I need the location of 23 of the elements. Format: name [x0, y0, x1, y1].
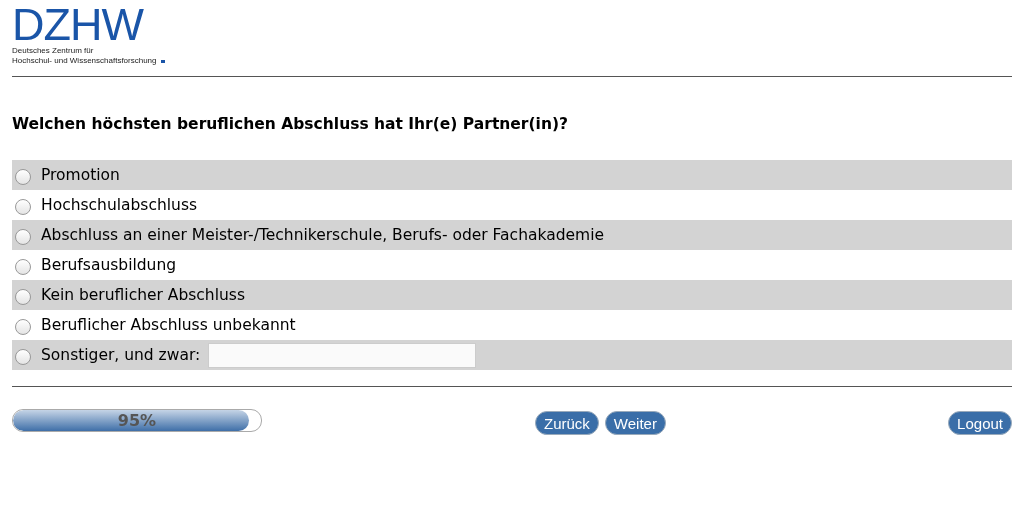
- question-text: Welchen höchsten beruflichen Abschluss hat Ihr(e) Partner(in)?: [12, 115, 569, 133]
- input-field[interactable]: [208, 342, 477, 368]
- radio-button[interactable]: [15, 319, 31, 335]
- radio-button[interactable]: [15, 349, 31, 365]
- logo-wordmark: DZHW: [12, 6, 145, 44]
- option-label[interactable]: Promotion: [41, 166, 120, 184]
- progress-label: 95%: [117, 410, 157, 430]
- radio-button[interactable]: [15, 259, 31, 275]
- option-label[interactable]: Hochschulabschluss: [41, 196, 198, 214]
- option-label[interactable]: Berufsausbildung: [41, 256, 177, 274]
- logout-button[interactable]: Logout: [948, 411, 1012, 435]
- option-label[interactable]: Sonstiger, und zwar:: [41, 346, 201, 364]
- option-label[interactable]: Kein beruflicher Abschluss: [41, 286, 245, 304]
- logo-subtitle: Hochschul- und Wissenschaftsforschung: [12, 56, 157, 66]
- radio-button[interactable]: [15, 229, 31, 245]
- radio-button[interactable]: [15, 169, 31, 185]
- logo-subtitle: Deutsches Zentrum für: [12, 46, 94, 56]
- logo-mark-icon: [160, 59, 165, 63]
- next-button[interactable]: Weiter: [604, 411, 666, 435]
- radio-button[interactable]: [15, 199, 31, 215]
- radio-button[interactable]: [15, 289, 31, 305]
- back-button[interactable]: Zurück: [535, 411, 599, 435]
- option-label[interactable]: Beruflicher Abschluss unbekannt: [41, 316, 296, 334]
